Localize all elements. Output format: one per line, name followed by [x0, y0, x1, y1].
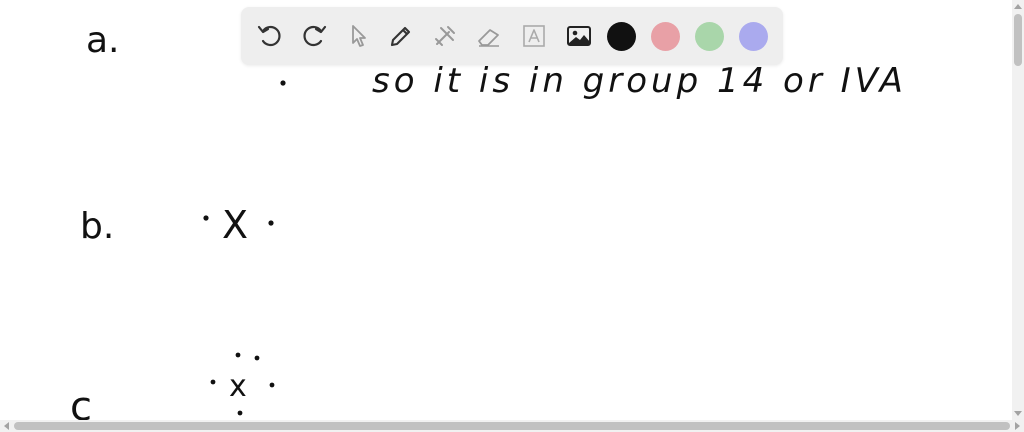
symbol-b: X — [222, 203, 248, 247]
color-black-swatch[interactable] — [607, 22, 636, 51]
drawing-toolbar — [241, 7, 783, 65]
select-button[interactable] — [340, 18, 376, 54]
symbol-c: x — [229, 369, 247, 404]
scroll-up-icon[interactable] — [1014, 4, 1022, 9]
horizontal-scrollbar[interactable] — [0, 420, 1024, 432]
dot-c-top1 — [235, 352, 241, 358]
horizontal-scroll-thumb[interactable] — [14, 422, 1010, 430]
tools-button[interactable] — [427, 18, 463, 54]
pen-button[interactable] — [383, 18, 419, 54]
dot-a — [280, 80, 286, 86]
dot-c-left — [210, 379, 216, 385]
vertical-scrollbar[interactable] — [1012, 0, 1024, 420]
text-icon — [523, 25, 545, 47]
vertical-scroll-thumb[interactable] — [1014, 14, 1022, 66]
label-c: c — [70, 384, 92, 420]
color-pink-swatch[interactable] — [651, 22, 680, 51]
redo-button[interactable] — [296, 18, 332, 54]
scroll-down-icon[interactable] — [1014, 411, 1022, 416]
image-button[interactable] — [561, 18, 597, 54]
eraser-icon — [478, 29, 499, 47]
dot-c-bottom — [237, 410, 243, 416]
label-b: b. — [80, 206, 114, 247]
color-purple-swatch[interactable] — [739, 22, 768, 51]
tools-icon — [435, 26, 455, 46]
undo-button[interactable] — [252, 18, 288, 54]
redo-icon — [303, 25, 327, 47]
undo-icon — [257, 25, 281, 47]
text-button[interactable] — [516, 18, 552, 54]
label-a: a. — [86, 20, 120, 61]
pointer-icon — [352, 25, 366, 47]
dot-c-right — [269, 382, 275, 388]
eraser-button[interactable] — [471, 18, 507, 54]
image-icon — [567, 26, 591, 46]
dot-b-left — [203, 215, 209, 221]
scroll-left-icon[interactable] — [4, 422, 9, 430]
line-a-text: so it is in group 14 or IVA — [372, 61, 907, 101]
pen-icon — [390, 26, 411, 47]
dot-c-top2 — [254, 355, 260, 361]
color-green-swatch[interactable] — [695, 22, 724, 51]
scroll-right-icon[interactable] — [1015, 422, 1020, 430]
dot-b-right — [268, 220, 274, 226]
